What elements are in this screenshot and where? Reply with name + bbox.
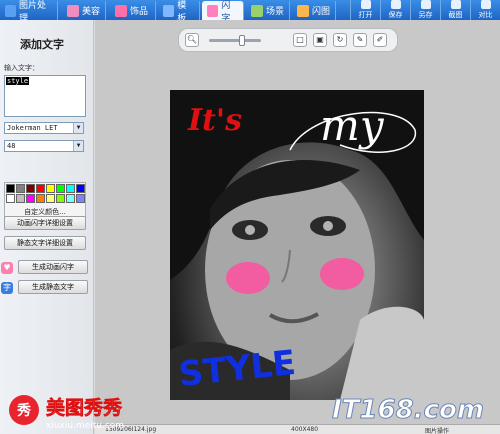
color-swatch[interactable] <box>16 184 25 193</box>
scene-icon <box>251 4 263 17</box>
it168-watermark: IT168.com <box>330 388 495 431</box>
tab-flash-text[interactable]: 闪字 <box>202 1 244 24</box>
color-swatch[interactable] <box>36 194 45 203</box>
photo-illustration: It's my STYLE <box>170 90 424 400</box>
tab-accessories[interactable]: 饰品 <box>110 1 156 20</box>
panel-title: 添加文字 <box>20 38 64 51</box>
svg-text:IT168.com: IT168.com <box>332 395 484 425</box>
zoom-slider-handle[interactable] <box>239 35 245 46</box>
color-swatch[interactable] <box>6 194 15 203</box>
color-swatch[interactable] <box>6 184 15 193</box>
screenshot-button[interactable]: 截图 <box>440 0 470 20</box>
color-swatch[interactable] <box>36 184 45 193</box>
edit-icon[interactable]: ✎ <box>353 33 367 47</box>
svg-text:美图秀秀: 美图秀秀 <box>46 396 123 419</box>
color-swatch[interactable] <box>26 194 35 203</box>
text-settings-panel: 添加文字 输入文字： style Jokerman LET ▼ 48 ▼ 自定义… <box>0 20 94 434</box>
color-swatch[interactable] <box>66 184 75 193</box>
compare-button[interactable]: 对比 <box>470 0 500 20</box>
zoom-icon[interactable]: 🔍︎ <box>185 33 199 47</box>
meitu-logo: 秀 美图秀秀 xiuxiu.meitu.com <box>9 395 124 431</box>
color-palette: 自定义颜色... <box>4 182 86 220</box>
left-eye-glint <box>245 225 255 235</box>
zoom-toolbar: 🔍︎ □ ▣ ↻ ✎ ✐ <box>178 28 398 52</box>
svg-text:xiuxiu.meitu.com: xiuxiu.meitu.com <box>46 421 124 431</box>
image-icon <box>5 4 16 17</box>
font-select[interactable]: Jokerman LET ▼ <box>4 122 84 134</box>
top-tab-bar: 图片处理 美容 饰品 模板 闪字 场景 闪图 打开 保存 另存 截图 对比 <box>0 0 500 24</box>
generate-static-text-button[interactable]: 生成静态文字 <box>18 280 88 294</box>
rotate-icon[interactable]: ↻ <box>333 33 347 47</box>
folder-icon <box>360 0 371 9</box>
tab-image-process[interactable]: 图片处理 <box>0 1 58 24</box>
static-text-settings-button[interactable]: 静态文字详细设置 <box>4 236 86 250</box>
chevron-down-icon[interactable]: ▼ <box>73 123 83 133</box>
camera-icon <box>450 0 461 9</box>
generate-anim-text-button[interactable]: 生成动画闪字 <box>18 260 88 274</box>
color-swatch[interactable] <box>66 194 75 203</box>
right-blush <box>320 258 364 290</box>
it168-logo: IT168.com <box>332 395 485 426</box>
flash-image-icon <box>297 4 309 17</box>
meitu-watermark: 秀 美图秀秀 xiuxiu.meitu.com <box>8 392 188 434</box>
chevron-down-icon[interactable]: ▼ <box>73 141 83 151</box>
actual-size-icon[interactable]: ▣ <box>313 33 327 47</box>
face-icon <box>67 4 79 17</box>
zoom-slider[interactable] <box>209 39 261 42</box>
heart-icon <box>115 4 127 17</box>
tab-templates[interactable]: 模板 <box>158 1 200 24</box>
save-as-icon <box>420 0 431 9</box>
color-swatch[interactable] <box>76 184 85 193</box>
color-swatch[interactable] <box>76 194 85 203</box>
image-dimensions: 400X480 <box>291 426 319 433</box>
open-button[interactable]: 打开 <box>350 0 380 20</box>
svg-text:秀: 秀 <box>16 402 32 419</box>
save-icon <box>390 0 401 9</box>
color-swatch[interactable] <box>16 194 25 203</box>
save-as-button[interactable]: 另存 <box>410 0 440 20</box>
fit-window-icon[interactable]: □ <box>293 33 307 47</box>
color-swatch[interactable] <box>56 194 65 203</box>
font-size-select[interactable]: 48 ▼ <box>4 140 84 152</box>
tab-flash-image[interactable]: 闪图 <box>292 1 336 20</box>
compare-icon <box>480 0 491 9</box>
text-input-value: style <box>6 77 30 85</box>
tab-beauty[interactable]: 美容 <box>62 1 106 20</box>
template-icon <box>163 4 175 17</box>
input-text-label: 输入文字： <box>4 64 39 72</box>
heart-icon: ♥ <box>1 262 13 274</box>
color-swatch[interactable] <box>26 184 35 193</box>
tab-scenes[interactable]: 场景 <box>246 1 290 20</box>
text-my[interactable]: my <box>320 101 385 150</box>
text-input[interactable]: style <box>4 75 86 117</box>
text-icon: 字 <box>1 282 13 294</box>
flash-text-icon <box>207 4 219 17</box>
text-its[interactable]: It's <box>187 103 242 138</box>
anim-text-settings-button[interactable]: 动画闪字详细设置 <box>4 216 86 230</box>
left-blush <box>226 262 270 294</box>
color-swatch[interactable] <box>56 184 65 193</box>
color-swatch[interactable] <box>46 194 55 203</box>
brush-icon[interactable]: ✐ <box>373 33 387 47</box>
color-swatch[interactable] <box>46 184 55 193</box>
color-swatches <box>6 184 85 203</box>
save-button[interactable]: 保存 <box>380 0 410 20</box>
right-eye-glint <box>323 221 333 231</box>
photo-canvas[interactable]: It's my STYLE <box>170 90 424 400</box>
